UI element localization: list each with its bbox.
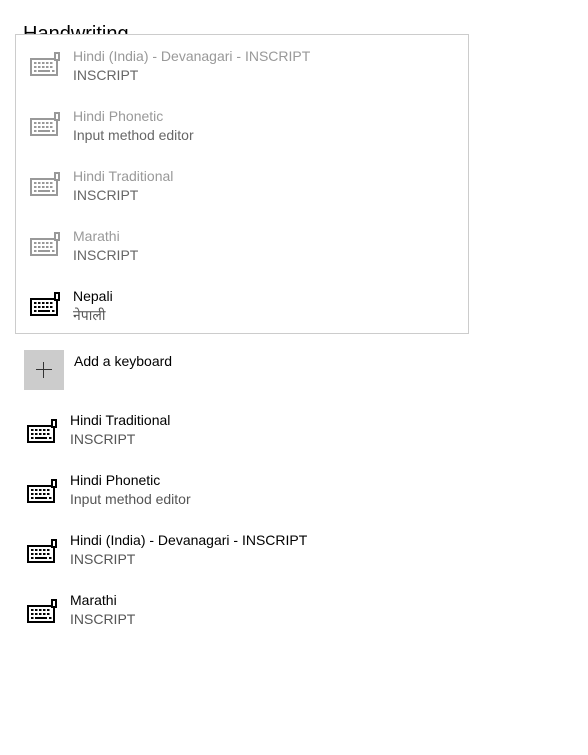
keyboard-layout: Input method editor	[70, 491, 191, 507]
flyout-item-name: Hindi (India) - Devanagari - INSCRIPT	[73, 48, 311, 64]
flyout-item-name: Marathi	[73, 228, 120, 244]
keyboard-icon	[26, 539, 58, 563]
keyboard-item-hindi-phonetic[interactable]: Hindi Phonetic Input method editor	[24, 471, 424, 521]
keyboard-icon	[26, 479, 58, 503]
keyboard-item-hindi-traditional[interactable]: Hindi Traditional INSCRIPT	[24, 411, 424, 461]
keyboard-icon	[29, 112, 61, 136]
flyout-item-name: Hindi Phonetic	[73, 108, 164, 124]
flyout-item-layout: INSCRIPT	[73, 67, 139, 83]
keyboard-name: Hindi Phonetic	[70, 472, 161, 488]
flyout-item-layout: INSCRIPT	[73, 247, 139, 263]
flyout-item-layout: Input method editor	[73, 127, 194, 143]
flyout-item-name: Hindi Traditional	[73, 168, 174, 184]
keyboard-name: Hindi Traditional	[70, 412, 171, 428]
keyboard-icon	[29, 172, 61, 196]
flyout-item-marathi: Marathi INSCRIPT	[16, 219, 468, 279]
keyboard-icon	[26, 599, 58, 623]
add-keyboard-flyout: Hindi (India) - Devanagari - INSCRIPT IN…	[15, 34, 469, 334]
add-keyboard-button[interactable]: Add a keyboard	[24, 350, 324, 390]
keyboard-item-marathi[interactable]: Marathi INSCRIPT	[24, 591, 424, 641]
add-keyboard-label: Add a keyboard	[74, 353, 173, 369]
flyout-item-hindi-devanagari-inscript: Hindi (India) - Devanagari - INSCRIPT IN…	[16, 39, 468, 99]
keyboard-icon	[26, 419, 58, 443]
keyboard-layout: INSCRIPT	[70, 551, 136, 567]
keyboard-icon	[29, 52, 61, 76]
section-heading: Handwriting	[23, 23, 129, 34]
flyout-item-hindi-traditional: Hindi Traditional INSCRIPT	[16, 159, 468, 219]
keyboard-layout: INSCRIPT	[70, 431, 136, 447]
flyout-item-name: Nepali	[73, 288, 113, 304]
flyout-item-layout: नेपाली	[73, 307, 106, 323]
flyout-item-layout: INSCRIPT	[73, 187, 139, 203]
keyboard-name: Hindi (India) - Devanagari - INSCRIPT	[70, 532, 308, 548]
settings-page: Handwriting Add a keyboard Hindi Traditi…	[0, 0, 588, 755]
keyboard-name: Marathi	[70, 592, 117, 608]
flyout-item-nepali[interactable]: Nepali नेपाली	[16, 279, 468, 339]
keyboard-icon	[29, 292, 61, 316]
flyout-item-hindi-phonetic: Hindi Phonetic Input method editor	[16, 99, 468, 159]
keyboard-icon	[29, 232, 61, 256]
keyboard-layout: INSCRIPT	[70, 611, 136, 627]
plus-icon	[24, 350, 64, 390]
keyboard-item-hindi-devanagari-inscript[interactable]: Hindi (India) - Devanagari - INSCRIPT IN…	[24, 531, 424, 581]
